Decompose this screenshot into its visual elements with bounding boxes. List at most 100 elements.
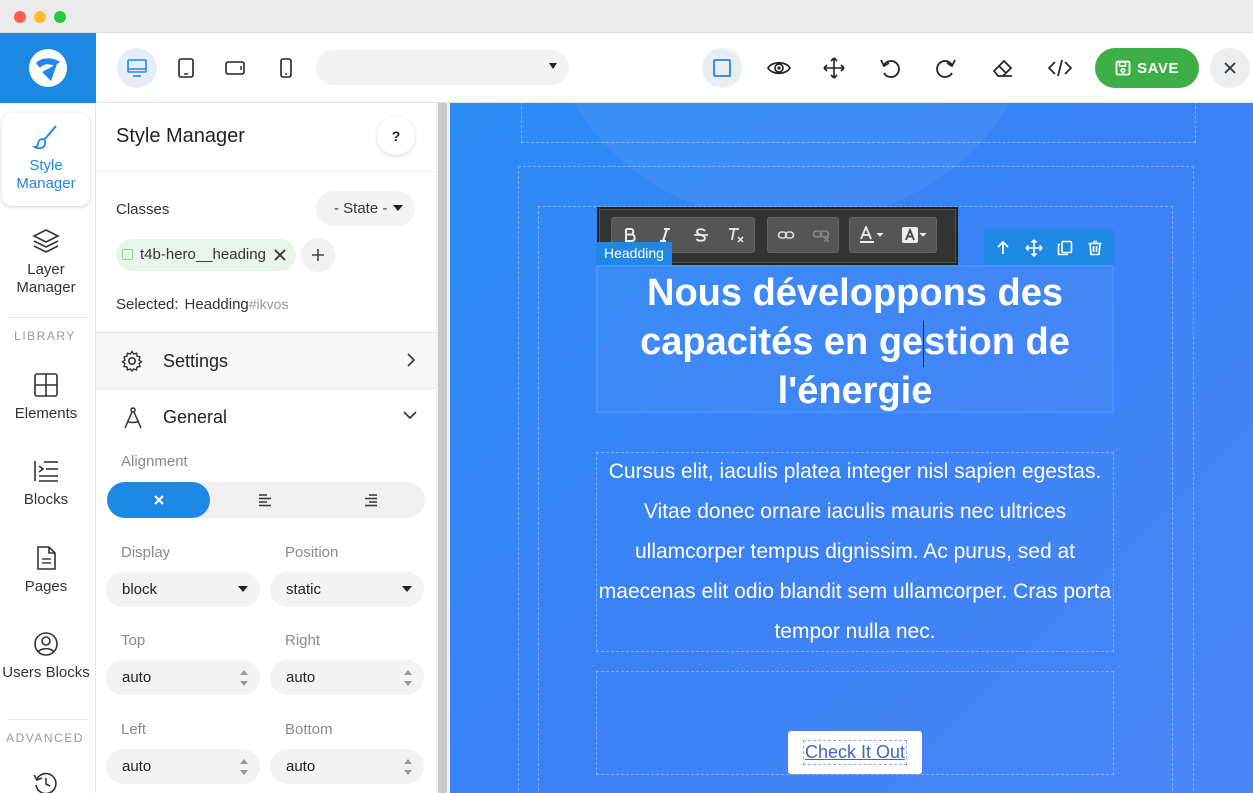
- window-zoom-dot[interactable]: [54, 11, 66, 23]
- align-left-option[interactable]: [213, 482, 316, 518]
- device-desktop-button[interactable]: [117, 48, 157, 88]
- link-button[interactable]: [768, 217, 803, 253]
- device-tablet-button[interactable]: [166, 48, 206, 88]
- code-view-button[interactable]: [1040, 48, 1080, 88]
- position-value: static: [286, 581, 322, 598]
- editor-canvas[interactable]: Headding Nous développons des capacités …: [450, 103, 1253, 793]
- style-manager-panel: Style Manager ? Classes - State - t4b-he…: [96, 103, 436, 793]
- align-right-option[interactable]: [319, 482, 422, 518]
- move-icon[interactable]: [1025, 238, 1043, 257]
- check-it-out-button[interactable]: Check It Out: [788, 731, 922, 774]
- right-input[interactable]: auto: [270, 660, 424, 695]
- selected-info: Selected: Headding#ikvos: [116, 296, 288, 313]
- hero-description[interactable]: Cursus elit, iaculis platea integer nisl…: [596, 452, 1114, 652]
- align-none-option[interactable]: [107, 482, 210, 518]
- position-select[interactable]: static: [270, 572, 424, 607]
- state-select[interactable]: - State -: [316, 191, 415, 226]
- device-tablet-landscape-button[interactable]: [215, 48, 255, 88]
- clear-format-button[interactable]: [719, 217, 755, 253]
- tablet-icon: [178, 58, 194, 78]
- class-tag-checkbox[interactable]: [122, 249, 133, 260]
- undo-button[interactable]: [870, 48, 910, 88]
- fullscreen-button[interactable]: [814, 48, 854, 88]
- history-icon: [33, 772, 57, 793]
- strikethrough-button[interactable]: [683, 217, 719, 253]
- chevron-down-icon: [403, 411, 417, 420]
- stepper-icon[interactable]: [404, 759, 412, 775]
- tablet-landscape-icon: [225, 61, 245, 75]
- paintbrush-icon: [32, 125, 57, 150]
- settings-section[interactable]: Settings: [96, 332, 436, 388]
- code-icon: [1047, 59, 1073, 77]
- save-button[interactable]: SAVE: [1095, 48, 1199, 88]
- background-color-button[interactable]: [893, 217, 936, 253]
- rail-label-blocks: Blocks: [23, 491, 69, 508]
- trash-icon[interactable]: [1087, 240, 1103, 256]
- rail-section-library: LIBRARY: [14, 329, 76, 343]
- unlink-button[interactable]: [803, 217, 838, 253]
- chevron-down-icon: [238, 586, 248, 592]
- close-editor-button[interactable]: [1210, 48, 1250, 88]
- stepper-icon[interactable]: [240, 759, 248, 775]
- top-input[interactable]: auto: [106, 660, 260, 695]
- window-close-dot[interactable]: [14, 11, 26, 23]
- scrollbar-thumb[interactable]: [438, 103, 447, 793]
- stepper-icon[interactable]: [240, 670, 248, 686]
- bottom-input[interactable]: auto: [270, 749, 424, 784]
- class-tag[interactable]: t4b-hero__heading: [116, 239, 296, 271]
- compass-icon: [124, 407, 142, 429]
- component-badge: Headding: [596, 242, 672, 265]
- arrow-up-icon[interactable]: [995, 240, 1011, 256]
- text-color-button[interactable]: [850, 217, 893, 253]
- section-outline-top: [521, 103, 1196, 143]
- heading-line-2a: capacités en ge: [640, 321, 924, 363]
- app-logo[interactable]: [0, 33, 96, 103]
- rail-item-layer-manager[interactable]: Layer Manager: [2, 227, 90, 297]
- rail-item-pages[interactable]: Pages: [2, 544, 90, 596]
- help-button[interactable]: ?: [377, 117, 415, 155]
- cta-label: Check It Out: [802, 740, 908, 765]
- device-mobile-button[interactable]: [266, 48, 306, 88]
- redo-button[interactable]: [926, 48, 966, 88]
- italic-icon: [660, 228, 671, 242]
- display-select[interactable]: block: [106, 572, 260, 607]
- eye-icon: [767, 61, 791, 75]
- heading-line-2b: stion de: [924, 321, 1070, 363]
- logo-icon: [29, 49, 67, 87]
- bottom-label: Bottom: [285, 721, 333, 738]
- display-value: block: [122, 581, 158, 598]
- plus-icon: [312, 249, 324, 261]
- device-select[interactable]: [316, 50, 569, 85]
- rail-item-users-blocks[interactable]: Users Blocks: [2, 630, 90, 682]
- background-color-icon: [901, 227, 926, 243]
- copy-icon[interactable]: [1057, 240, 1073, 256]
- move-arrows-icon: [823, 57, 845, 79]
- rail-item-history[interactable]: [2, 769, 90, 793]
- rail-section-advanced: ADVANCED: [6, 731, 84, 745]
- clear-canvas-button[interactable]: [983, 48, 1023, 88]
- clear-format-icon: [729, 228, 744, 243]
- left-label: Left: [121, 721, 147, 738]
- rte-color-group: [849, 217, 937, 253]
- rail-label-layer-manager: Layer Manager: [16, 261, 76, 296]
- position-label: Position: [285, 544, 339, 561]
- panel-header-divider: [96, 171, 436, 172]
- rail-item-style-manager[interactable]: Style Manager: [2, 113, 90, 206]
- heading-line-3: l'énergie: [777, 370, 933, 412]
- top-value: auto: [122, 669, 152, 686]
- stepper-icon[interactable]: [404, 670, 412, 686]
- general-section[interactable]: General: [96, 388, 436, 444]
- show-borders-button[interactable]: [702, 48, 742, 88]
- left-input[interactable]: auto: [106, 749, 260, 784]
- hero-heading[interactable]: Nous développons des capacités en gestio…: [596, 265, 1114, 413]
- rail-item-elements[interactable]: Elements: [2, 371, 90, 423]
- class-tag-label: t4b-hero__heading: [140, 246, 266, 263]
- preview-button[interactable]: [759, 48, 799, 88]
- panel-scrollbar[interactable]: [436, 103, 450, 793]
- window-minimize-dot[interactable]: [34, 11, 46, 23]
- undo-icon: [880, 59, 900, 78]
- remove-class-icon[interactable]: [272, 247, 288, 263]
- rail-item-blocks[interactable]: Blocks: [2, 457, 90, 509]
- add-class-button[interactable]: [301, 238, 335, 272]
- general-label: General: [163, 407, 228, 427]
